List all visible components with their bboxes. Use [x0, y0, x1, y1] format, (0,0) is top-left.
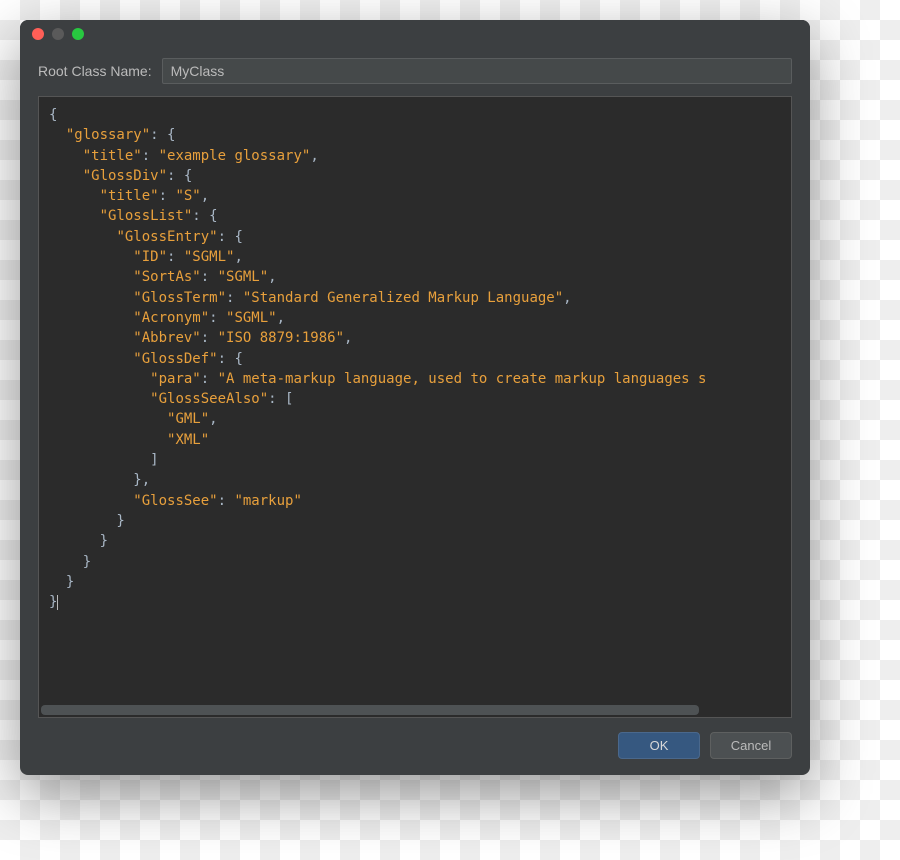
titlebar — [20, 20, 810, 48]
close-icon[interactable] — [32, 28, 44, 40]
minimize-icon — [52, 28, 64, 40]
horizontal-scrollbar[interactable] — [41, 705, 789, 715]
root-class-input[interactable] — [162, 58, 792, 84]
json-editor[interactable]: { "glossary": { "title": "example glossa… — [38, 96, 792, 718]
root-class-label: Root Class Name: — [38, 63, 152, 79]
json-editor-content[interactable]: { "glossary": { "title": "example glossa… — [39, 97, 791, 705]
dialog-window: Root Class Name: { "glossary": { "title"… — [20, 20, 810, 775]
zoom-icon[interactable] — [72, 28, 84, 40]
scrollbar-thumb[interactable] — [41, 705, 699, 715]
root-class-row: Root Class Name: — [20, 48, 810, 92]
cancel-button[interactable]: Cancel — [710, 732, 792, 759]
button-row: OK Cancel — [20, 718, 810, 775]
ok-button[interactable]: OK — [618, 732, 700, 759]
